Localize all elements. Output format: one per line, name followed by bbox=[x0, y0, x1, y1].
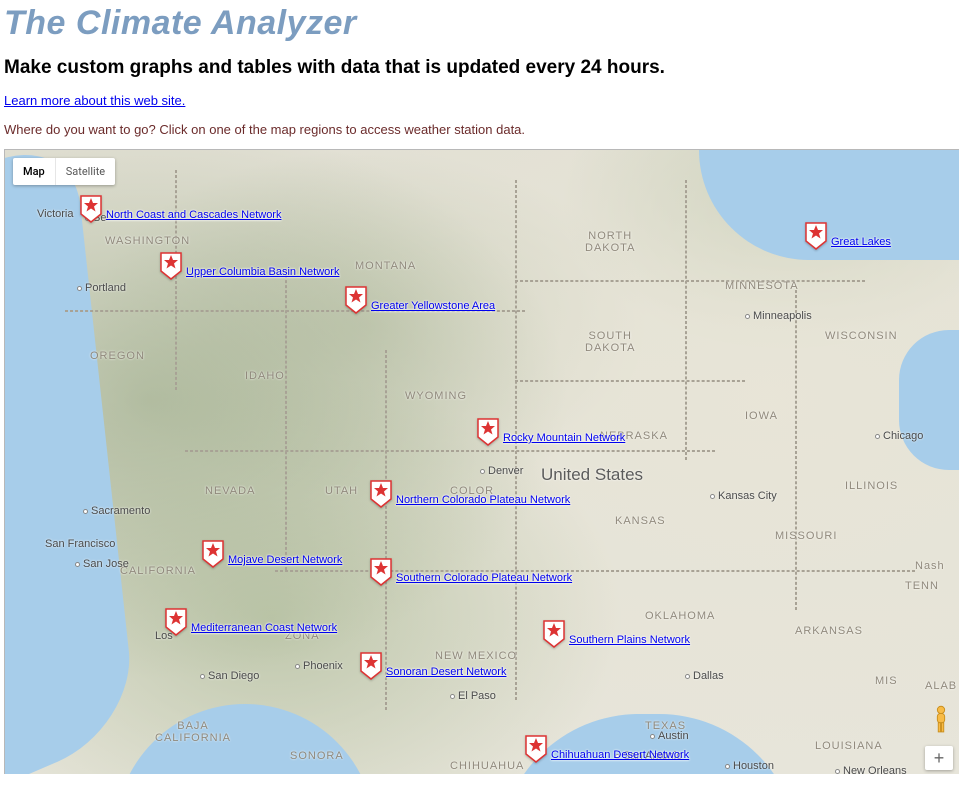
state-label: BAJACALIFORNIA bbox=[155, 720, 231, 744]
star-pin-icon[interactable] bbox=[805, 222, 827, 250]
city-label: El Paso bbox=[450, 690, 496, 702]
city-label: Phoenix bbox=[295, 660, 343, 672]
region-link[interactable]: Southern Plains Network bbox=[569, 634, 690, 646]
city-label: San Francisco bbox=[45, 538, 115, 550]
state-label: WISCONSIN bbox=[825, 330, 898, 342]
page-title: The Climate Analyzer bbox=[4, 4, 959, 43]
city-label: San Jose bbox=[75, 558, 129, 570]
state-label: CALIFORNIA bbox=[120, 565, 196, 577]
region-marker[interactable]: Upper Columbia Basin Network bbox=[160, 252, 339, 280]
map-container[interactable]: Map Satellite United States WASHINGTONMO… bbox=[4, 149, 959, 774]
star-pin-icon[interactable] bbox=[202, 540, 224, 568]
star-pin-icon[interactable] bbox=[165, 608, 187, 636]
star-pin-icon[interactable] bbox=[543, 620, 565, 648]
zoom-control: + bbox=[925, 746, 953, 770]
state-label: MINNESOTA bbox=[725, 280, 799, 292]
city-label: San Diego bbox=[200, 670, 259, 682]
state-label: MIS bbox=[875, 675, 898, 687]
state-label: WYOMING bbox=[405, 390, 467, 402]
region-marker[interactable]: Southern Plains Network bbox=[543, 620, 690, 648]
star-pin-icon[interactable] bbox=[370, 480, 392, 508]
region-link[interactable]: North Coast and Cascades Network bbox=[106, 209, 281, 221]
map-type-satellite-button[interactable]: Satellite bbox=[55, 158, 115, 185]
region-marker[interactable]: North Coast and Cascades Network bbox=[80, 195, 281, 223]
city-label: Victoria bbox=[37, 208, 73, 220]
zoom-in-button[interactable]: + bbox=[925, 746, 953, 770]
star-pin-icon[interactable] bbox=[160, 252, 182, 280]
state-label: NEVADA bbox=[205, 485, 255, 497]
city-label: Minneapolis bbox=[745, 310, 812, 322]
region-link[interactable]: Sonoran Desert Network bbox=[386, 666, 506, 678]
region-marker[interactable]: Northern Colorado Plateau Network bbox=[370, 480, 570, 508]
region-link[interactable]: Mediterranean Coast Network bbox=[191, 622, 337, 634]
region-link[interactable]: Greater Yellowstone Area bbox=[371, 300, 495, 312]
region-link[interactable]: Northern Colorado Plateau Network bbox=[396, 494, 570, 506]
city-label: Chicago bbox=[875, 430, 923, 442]
state-label: UTAH bbox=[325, 485, 358, 497]
state-label: SONORA bbox=[290, 750, 344, 762]
region-link[interactable]: Mojave Desert Network bbox=[228, 554, 342, 566]
city-label: Houston bbox=[725, 760, 774, 772]
lake-michigan bbox=[899, 330, 959, 470]
state-label: ARKANSAS bbox=[795, 625, 863, 637]
region-link[interactable]: Great Lakes bbox=[831, 236, 891, 248]
streetview-pegman[interactable] bbox=[929, 704, 953, 736]
page-subtitle: Make custom graphs and tables with data … bbox=[4, 57, 959, 79]
region-link[interactable]: Chihuahuan Desert Network bbox=[551, 749, 689, 761]
city-label: Denver bbox=[480, 465, 523, 477]
city-label: New Orleans bbox=[835, 765, 907, 774]
state-label: WASHINGTON bbox=[105, 235, 190, 247]
map-prompt: Where do you want to go? Click on one of… bbox=[4, 122, 959, 137]
state-label: OREGON bbox=[90, 350, 145, 362]
city-label: Portland bbox=[77, 282, 126, 294]
star-pin-icon[interactable] bbox=[80, 195, 102, 223]
region-marker[interactable]: Southern Colorado Plateau Network bbox=[370, 558, 572, 586]
state-label: CHIHUAHUA bbox=[450, 760, 524, 772]
map-type-control: Map Satellite bbox=[13, 158, 115, 185]
city-label: Sacramento bbox=[83, 505, 150, 517]
state-label: SOUTHDAKOTA bbox=[585, 330, 635, 354]
state-label: ALAB bbox=[925, 680, 957, 692]
state-label: NORTHDAKOTA bbox=[585, 230, 635, 254]
region-link[interactable]: Upper Columbia Basin Network bbox=[186, 266, 339, 278]
city-label: Dallas bbox=[685, 670, 724, 682]
region-marker[interactable]: Mediterranean Coast Network bbox=[165, 608, 337, 636]
state-label: MISSOURI bbox=[775, 530, 837, 542]
region-marker[interactable]: Chihuahuan Desert Network bbox=[525, 735, 689, 763]
state-label: IDAHO bbox=[245, 370, 285, 382]
region-link[interactable]: Southern Colorado Plateau Network bbox=[396, 572, 572, 584]
region-marker[interactable]: Sonoran Desert Network bbox=[360, 652, 506, 680]
star-pin-icon[interactable] bbox=[370, 558, 392, 586]
city-label: Kansas City bbox=[710, 490, 777, 502]
region-marker[interactable]: Rocky Mountain Network bbox=[477, 418, 625, 446]
region-link[interactable]: Rocky Mountain Network bbox=[503, 432, 625, 444]
star-pin-icon[interactable] bbox=[477, 418, 499, 446]
state-label: MONTANA bbox=[355, 260, 416, 272]
star-pin-icon[interactable] bbox=[525, 735, 547, 763]
learn-more-link[interactable]: Learn more about this web site. bbox=[4, 93, 185, 108]
star-pin-icon[interactable] bbox=[360, 652, 382, 680]
map-type-map-button[interactable]: Map bbox=[13, 158, 55, 185]
state-label: ILLINOIS bbox=[845, 480, 898, 492]
state-label: TENN bbox=[905, 580, 939, 592]
region-marker[interactable]: Great Lakes bbox=[805, 222, 891, 250]
region-marker[interactable]: Mojave Desert Network bbox=[202, 540, 342, 568]
state-label: LOUISIANA bbox=[815, 740, 883, 752]
star-pin-icon[interactable] bbox=[345, 286, 367, 314]
state-label: KANSAS bbox=[615, 515, 666, 527]
state-label: IOWA bbox=[745, 410, 778, 422]
pegman-icon bbox=[930, 705, 952, 735]
state-label: Nash bbox=[915, 560, 945, 572]
region-marker[interactable]: Greater Yellowstone Area bbox=[345, 286, 495, 314]
